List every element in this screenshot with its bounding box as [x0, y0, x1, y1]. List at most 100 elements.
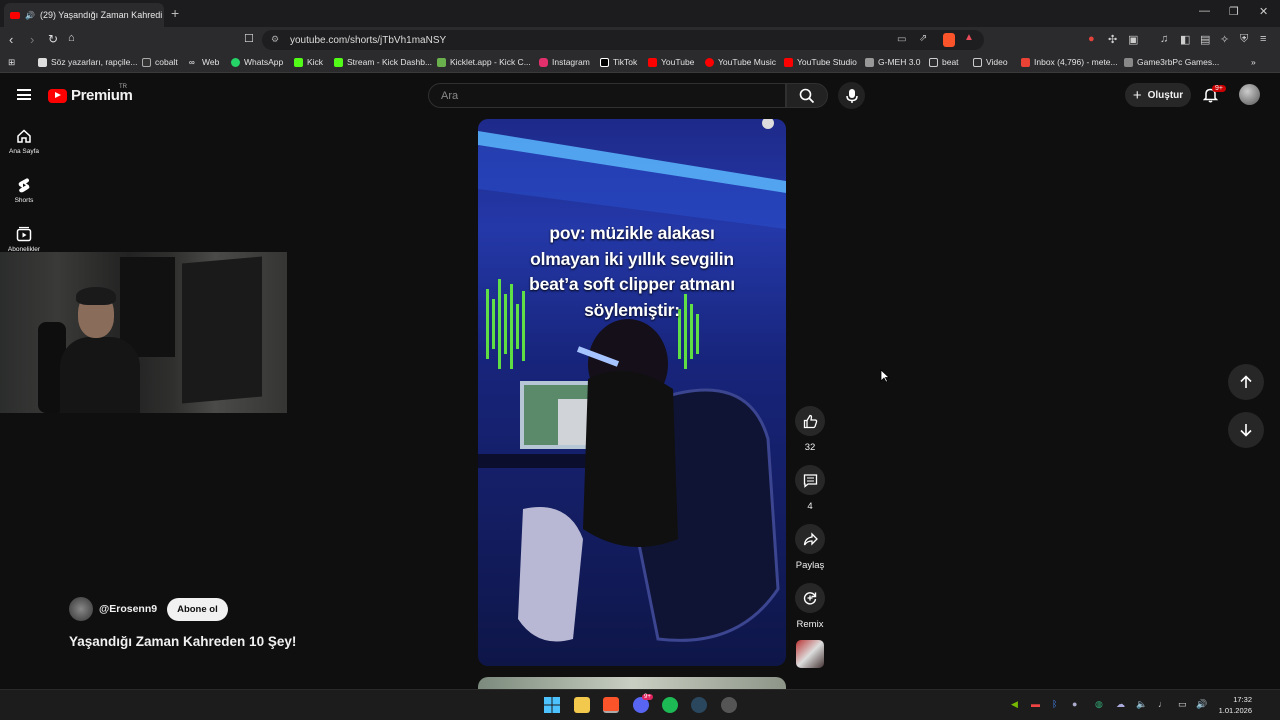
sound-thumbnail[interactable] [796, 640, 824, 668]
minimize-button[interactable]: — [1199, 5, 1210, 17]
bookmark-icon[interactable]: ☐ [244, 32, 254, 45]
maximize-button[interactable]: ❐ [1229, 5, 1239, 18]
bookmark-item[interactable]: cobalt [142, 57, 178, 67]
spotify-icon[interactable] [662, 697, 678, 713]
bookmark-item[interactable]: Stream - Kick Dashb... [334, 57, 432, 67]
network-tray-icon[interactable]: ☁ [1116, 699, 1125, 710]
folder-icon [973, 57, 982, 67]
subscriptions-icon [16, 226, 32, 242]
more-bookmarks-icon[interactable]: » [1251, 57, 1256, 67]
sidebar-item-subscriptions[interactable]: Abonelikler [0, 226, 48, 253]
steam-tray-icon[interactable]: ● [1072, 699, 1077, 709]
apps-grid-icon[interactable]: ⊞ [8, 57, 15, 68]
comments-button[interactable]: 4 [795, 465, 825, 512]
next-short-button[interactable] [1228, 412, 1264, 448]
sidebar-icon[interactable]: ◧ [1180, 33, 1190, 46]
start-button[interactable] [544, 697, 560, 713]
close-window-button[interactable]: ✕ [1259, 5, 1268, 18]
system-clock[interactable]: 17:32 1.01.2026 [1212, 694, 1252, 716]
reload-icon[interactable]: ↻ [48, 32, 58, 46]
channel-avatar[interactable] [69, 597, 93, 621]
mouse-cursor-icon [880, 369, 890, 383]
bookmark-item[interactable]: YouTube Studio [784, 57, 857, 67]
home-browser-icon[interactable]: ⌂ [68, 32, 75, 44]
create-label: Oluştur [1147, 89, 1184, 101]
brave-rewards-icon[interactable]: ▲ [964, 32, 974, 43]
nvidia-tray-icon[interactable]: ◀ [1011, 699, 1018, 710]
account-avatar[interactable] [1239, 84, 1260, 105]
speaker-icon[interactable]: 🔊 [25, 11, 35, 20]
folder-icon [929, 57, 938, 67]
remix-icon [803, 592, 817, 605]
steam-icon[interactable] [691, 697, 707, 713]
channel-name[interactable]: @Erosenn9 [99, 603, 157, 615]
monitor-tray-icon[interactable]: ▭ [1178, 699, 1187, 710]
bookmark-item[interactable]: Inbox (4,796) - mete... [1021, 57, 1118, 67]
short-video-player[interactable]: pov: müzikle alakası olmayan iki yıllık … [478, 119, 786, 666]
search-icon [799, 88, 815, 104]
bookmark-item[interactable]: Söz yazarları, rapçile... [38, 57, 137, 67]
microphone-tray-icon[interactable]: ♩ [1158, 699, 1167, 709]
site-info-icon[interactable]: ⚙ [271, 34, 279, 45]
record-icon[interactable]: ● [1088, 33, 1095, 45]
kick-icon [294, 57, 303, 67]
bookmark-item[interactable]: Video [973, 57, 1008, 67]
new-tab-button[interactable]: + [171, 5, 179, 21]
bookmark-item[interactable]: beat [929, 57, 959, 67]
sidebar-item-shorts[interactable]: Shorts [0, 177, 48, 204]
subscribe-button[interactable]: Abone ol [167, 597, 228, 621]
remix-button[interactable]: Remix [795, 583, 825, 630]
vpn-icon[interactable]: ⛨ [1240, 33, 1248, 46]
app-icon[interactable] [721, 697, 737, 713]
youtube-premium-logo[interactable]: Premium TR [48, 84, 133, 104]
bookmark-item[interactable]: TikTok [600, 57, 637, 67]
bookmark-item[interactable]: ∞ Web [189, 57, 219, 67]
back-icon[interactable]: ‹ [9, 32, 13, 47]
shorts-icon [18, 178, 30, 193]
search-input[interactable]: Ara [428, 83, 786, 108]
leo-ai-icon[interactable]: ✧ [1220, 33, 1229, 46]
share-label: Paylaş [795, 560, 825, 571]
cast-icon[interactable]: ▭ [897, 34, 906, 45]
volume-tray-icon[interactable]: 🔈 [1136, 699, 1147, 710]
bookmark-item[interactable]: YouTube [648, 57, 694, 67]
share-page-icon[interactable]: ⇗ [919, 33, 927, 44]
brave-shields-icon[interactable] [943, 33, 955, 47]
extensions-icon[interactable]: ✣ [1108, 33, 1117, 46]
like-button[interactable]: 32 [795, 406, 825, 453]
bookmark-item[interactable]: WhatsApp [231, 57, 283, 67]
bookmark-item[interactable]: Game3rbPc Games... [1124, 57, 1219, 67]
wallet-icon[interactable]: ▤ [1200, 33, 1210, 46]
guide-menu-icon[interactable] [17, 89, 31, 100]
bluetooth-icon[interactable]: ᛒ [1052, 699, 1057, 709]
overlay-line: olmayan iki yıllık sevgilin [530, 248, 734, 269]
screenshot-icon[interactable]: ▣ [1128, 33, 1138, 46]
create-button[interactable]: + Oluştur [1125, 83, 1191, 107]
xbox-tray-icon[interactable]: ◍ [1095, 699, 1103, 710]
bookmark-item[interactable]: Kick [294, 57, 323, 67]
voice-search-button[interactable] [838, 82, 865, 109]
bookmark-item[interactable]: G-MEH 3.0 [865, 57, 921, 67]
instagram-icon [539, 57, 548, 67]
media-icon[interactable]: ♫ [1160, 33, 1168, 45]
brave-browser-icon[interactable] [603, 697, 619, 713]
share-button[interactable]: Paylaş [795, 524, 825, 571]
youtube-music-icon [705, 57, 714, 67]
home-icon [17, 129, 31, 143]
sidebar-item-home[interactable]: Ana Sayfa [0, 128, 48, 155]
arrow-up-icon [1240, 375, 1252, 388]
search-button[interactable] [786, 83, 828, 108]
bookmark-item[interactable]: Instagram [539, 57, 590, 67]
bookmark-item[interactable]: Kicklet.app - Kick C... [437, 57, 531, 67]
browser-tab[interactable]: 🔊 (29) Yaşandığı Zaman Kahredi × [4, 3, 164, 27]
url-field[interactable]: ⚙ youtube.com/shorts/jTbVh1maNSY ▭ ⇗ ▲ [262, 30, 984, 50]
file-explorer-icon[interactable] [574, 697, 590, 713]
previous-short-button[interactable] [1228, 364, 1264, 400]
webcam-monitor [182, 256, 262, 404]
tray-app-icon[interactable]: ▬ [1031, 699, 1040, 709]
browser-menu-icon[interactable]: ≡ [1260, 33, 1266, 45]
speaker-tray-icon[interactable]: 🔊 [1196, 699, 1207, 710]
bookmark-item[interactable]: YouTube Music [705, 57, 776, 67]
forward-icon[interactable]: › [30, 32, 34, 47]
short-title[interactable]: Yaşandığı Zaman Kahreden 10 Şey! [69, 634, 296, 649]
